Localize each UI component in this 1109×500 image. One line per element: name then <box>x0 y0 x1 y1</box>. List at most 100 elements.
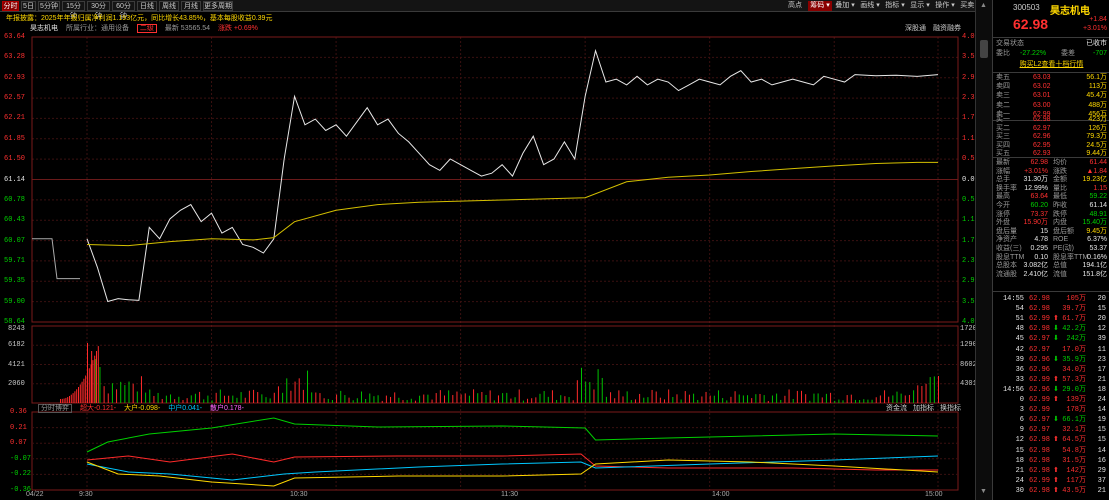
stat-label: 流值 <box>1053 270 1067 278</box>
volume-bar <box>344 395 346 403</box>
volume-bar <box>265 397 267 403</box>
tick-row: 36 62.96 34.0万 17 <box>993 366 1109 375</box>
divider <box>993 37 1109 38</box>
tick-direction-icon: ⬆ <box>1053 396 1059 404</box>
volume-bar <box>460 394 462 403</box>
tick-time: 15 <box>1015 446 1024 455</box>
tick-volume: 17.0万 <box>1062 345 1086 354</box>
flow-button-2[interactable]: 加指标 <box>913 405 934 412</box>
volume-bar <box>356 398 358 403</box>
vertical-scrollbar[interactable]: ▲ ▼ <box>975 0 992 500</box>
volume-bar <box>580 367 582 403</box>
volume-bar <box>132 383 134 403</box>
tick-price: 62.98 <box>1029 305 1051 314</box>
l2-upgrade-link[interactable]: 购买L2查看十档行情 <box>993 60 1109 70</box>
tick-direction-icon: ⬆ <box>1053 436 1059 445</box>
volume-bar <box>813 393 815 403</box>
volume-bar <box>331 400 333 403</box>
volume-bar <box>933 376 935 403</box>
tick-price: 62.96 <box>1029 385 1051 394</box>
volume-bar <box>576 380 578 403</box>
stat-value: 2.410亿 <box>1023 270 1048 278</box>
volume-bar <box>431 399 433 403</box>
volume-bar <box>664 399 666 403</box>
flow-button-1[interactable]: 资金流 <box>886 405 907 412</box>
capital-flow-title[interactable]: 分时博弈 <box>38 404 72 413</box>
volume-bar <box>261 394 263 403</box>
volume-bar <box>97 346 99 403</box>
volume-bar <box>448 390 450 403</box>
tick-price: 62.99 <box>1029 396 1051 404</box>
volume-bar <box>257 392 259 403</box>
tick-price: 62.98 <box>1029 295 1051 303</box>
price-axis-label: 62.21 <box>4 114 26 123</box>
ask-row: 卖三 63.01 45.4万 <box>993 91 1109 100</box>
volume-bar <box>153 395 155 403</box>
volume-bar <box>722 398 724 403</box>
volume-bar <box>244 397 246 403</box>
scroll-down-icon[interactable]: ▼ <box>980 488 987 495</box>
tick-volume: 54.8万 <box>1062 446 1086 455</box>
volume-bar <box>111 383 113 403</box>
price-line <box>86 48 939 303</box>
volume-bar <box>67 397 69 403</box>
volume-bar <box>913 390 915 403</box>
tick-volume: 57.3万 <box>1062 375 1086 384</box>
scroll-thumb[interactable] <box>980 40 988 58</box>
volume-bar <box>717 390 719 403</box>
tick-row: 3 62.99 178万 14 <box>993 406 1109 415</box>
volume-bar <box>622 396 624 403</box>
volume-bar <box>809 400 811 403</box>
volume-bar <box>94 355 96 403</box>
volume-bar <box>394 392 396 403</box>
volume-bar <box>269 398 271 403</box>
volume-bar <box>506 392 508 403</box>
tick-volume: 31.5万 <box>1062 456 1086 465</box>
volume-bar <box>514 397 516 403</box>
volume-bar <box>697 399 699 403</box>
volume-bar <box>439 390 441 403</box>
volume-bar <box>842 400 844 403</box>
tick-count: 24 <box>1097 396 1106 404</box>
volume-bar <box>518 389 520 403</box>
large-flow: 大户-0.098- <box>124 405 161 412</box>
tick-row: 39 62.96 ⬇ 35.9万 23 <box>993 356 1109 365</box>
volume-bar <box>419 395 421 403</box>
volume-bar <box>493 400 495 403</box>
volume-bar <box>502 393 504 403</box>
volume-bar <box>199 391 201 403</box>
ask-volume: 45.4万 <box>1086 92 1107 100</box>
volume-bar <box>938 375 939 403</box>
volume-bar <box>738 394 740 403</box>
flow-axis-label: -0.07 <box>10 454 32 463</box>
intraday-chart[interactable] <box>0 0 975 500</box>
tick-count: 19 <box>1097 416 1106 425</box>
volume-bar <box>327 398 329 403</box>
volume-bar <box>643 397 645 403</box>
tick-direction-icon: ⬆ <box>1053 476 1059 485</box>
tick-row: 6 62.97 ⬇ 66.1万 19 <box>993 416 1109 425</box>
tick-count: 14 <box>1097 406 1106 415</box>
scroll-up-icon[interactable]: ▲ <box>980 2 987 9</box>
tick-volume: 142万 <box>1066 466 1086 475</box>
tick-time: 36 <box>1015 365 1024 374</box>
change-amount: +1.84 <box>1089 16 1107 23</box>
volume-bar <box>792 398 794 403</box>
volume-bar <box>468 395 470 403</box>
volume-bar <box>165 395 167 403</box>
volume-bar <box>551 390 553 403</box>
volume-bar <box>161 398 163 403</box>
flow-button-3[interactable]: 换指标 <box>940 405 961 412</box>
volume-bar <box>510 398 512 403</box>
tick-time: 14:56 <box>1002 385 1024 394</box>
tick-time: 0 <box>1019 396 1024 404</box>
price-axis-label: 59.35 <box>4 277 26 286</box>
flow-axis-label: 0.21 <box>10 423 27 432</box>
volume-bar <box>531 398 533 403</box>
tick-direction-icon: ⬆ <box>1053 315 1059 324</box>
ask-price: 63.00 <box>1033 101 1051 109</box>
tick-price: 62.98 <box>1029 446 1051 455</box>
volume-bar <box>730 396 732 403</box>
volume-axis-label: 6182 <box>8 341 25 350</box>
time-axis-label: 04/22 <box>26 491 44 498</box>
